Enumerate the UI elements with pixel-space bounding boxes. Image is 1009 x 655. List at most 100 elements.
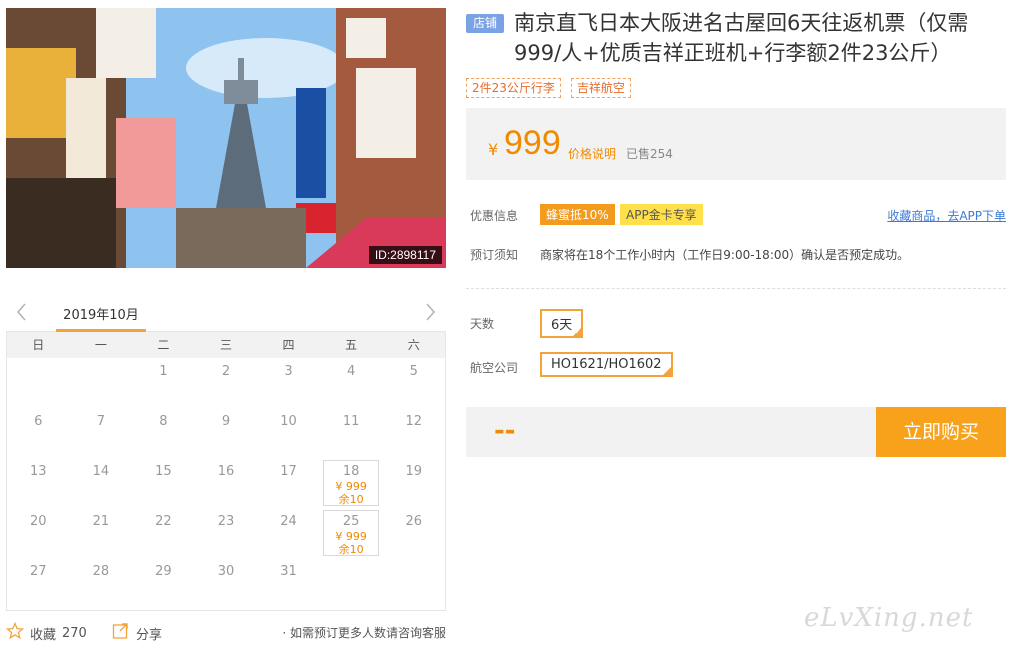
day-stock: 余10: [338, 543, 364, 556]
day-number: 28: [92, 564, 110, 579]
calendar-day: 24: [257, 508, 320, 558]
days-option[interactable]: 6天 ✓: [540, 309, 584, 338]
calendar-month-label: 2019年10月: [56, 304, 146, 332]
calendar-grid: 1 2 3 4 5 6 7 8 9 10 11 12 13 14 15 16 17 18 ¥ 999 余10 19 20 2…: [6, 358, 446, 611]
day-number: 7: [96, 414, 105, 429]
day-number: 2: [221, 364, 231, 379]
weekday-label: 四: [282, 338, 295, 352]
check-icon: ✓: [574, 327, 582, 336]
day-number: 24: [280, 514, 297, 529]
favorite-label: 收藏: [30, 627, 57, 643]
day-number: 12: [405, 414, 422, 429]
calendar-day: 27: [7, 558, 70, 608]
calendar-weekday-header: 日 一 二 三 四 五 六: [6, 332, 446, 358]
calendar-day: 19: [382, 458, 445, 508]
calendar-day: 13: [7, 458, 70, 508]
calendar-nav: 2019年10月: [6, 296, 446, 332]
calendar-day: [7, 358, 70, 408]
calendar-day: 15: [132, 458, 195, 508]
options-section: 天数 6天 ✓ 航空公司 HO1621/HO1602 ✓: [466, 307, 1006, 407]
day-number: 22: [155, 514, 172, 529]
watermark: eLvXing.net: [804, 603, 974, 633]
day-number: 10: [280, 414, 297, 429]
price-panel: ¥ 999 价格说明 已售254: [466, 108, 1006, 180]
day-number: 8: [159, 414, 168, 429]
product-actions: 收藏 270 分享 · 如需预订更多人数请咨询客服: [5, 620, 446, 644]
currency-symbol: ¥: [488, 140, 499, 159]
calendar-day: 9: [195, 408, 258, 458]
product-title: 南京直飞日本大阪进名古屋回6天往返机票（仅需999/人+优质吉祥正班机+行李额2…: [514, 11, 969, 65]
calendar-day: [320, 558, 383, 608]
price-amount: 999: [504, 124, 561, 162]
calendar-day: 21: [70, 508, 133, 558]
calendar-day: 3: [257, 358, 320, 408]
day-number: 25: [342, 514, 360, 529]
calendar-day: 10: [257, 408, 320, 458]
product-detail-panel: 店铺 南京直飞日本大阪进名古屋回6天往返机票（仅需999/人+优质吉祥正班机+行…: [466, 8, 1006, 457]
total-price: --: [494, 416, 516, 446]
day-number: 29: [155, 564, 172, 579]
day-price: ¥ 999: [335, 530, 367, 543]
calendar-day: 23: [195, 508, 258, 558]
prev-month-icon[interactable]: [12, 300, 32, 324]
calendar-day[interactable]: 25 ¥ 999 余10: [320, 508, 383, 558]
calendar-day[interactable]: 18 ¥ 999 余10: [320, 458, 383, 508]
weekday-label: 五: [345, 338, 358, 352]
image-id-label: ID:2898117: [368, 246, 442, 264]
product-tag: 吉祥航空: [570, 78, 631, 98]
airline-value: HO1621/HO1602: [551, 357, 662, 372]
promo-label: 优惠信息: [470, 209, 519, 223]
buy-bar: -- 立即购买: [466, 407, 1006, 457]
weekday-label: 六: [407, 338, 420, 352]
day-price: ¥ 999: [335, 480, 367, 493]
day-number: 15: [155, 464, 172, 479]
day-number: 19: [405, 464, 422, 479]
product-photo: ID:2898117: [6, 8, 446, 268]
share-button[interactable]: 分享: [112, 622, 162, 644]
day-stock: 余10: [338, 493, 364, 506]
days-value: 6天: [551, 318, 573, 333]
date-calendar: 2019年10月 日 一 二 三 四 五 六 1 2 3 4 5 6 7 8 9 10 11 12 13…: [6, 296, 446, 612]
calendar-day: 31: [257, 558, 320, 608]
street-scene-illustration: [6, 8, 446, 268]
calendar-day: 28: [70, 558, 133, 608]
day-number: 21: [92, 514, 110, 529]
day-number: 30: [217, 564, 235, 579]
calendar-day: 8: [132, 408, 195, 458]
day-number: 9: [221, 414, 231, 429]
favorite-count: 270: [62, 625, 87, 641]
day-number: 1: [159, 364, 168, 379]
calendar-day: [70, 358, 133, 408]
day-number: 4: [346, 364, 356, 379]
share-icon: [112, 622, 130, 644]
price-explain-link[interactable]: 价格说明: [568, 145, 616, 162]
calendar-day: 6: [7, 408, 70, 458]
notice-label: 预订须知: [470, 248, 519, 262]
calendar-day: [382, 558, 445, 608]
weekday-label: 一: [94, 338, 107, 352]
calendar-day: 14: [70, 458, 133, 508]
favorite-app-link[interactable]: 收藏商品，去APP下单: [887, 207, 1006, 224]
next-month-icon[interactable]: [420, 300, 440, 324]
product-tag: 2件23公斤行李: [466, 78, 561, 98]
buy-now-button[interactable]: 立即购买: [876, 407, 1006, 457]
share-label: 分享: [136, 627, 163, 643]
calendar-day: 29: [132, 558, 195, 608]
calendar-day: 11: [320, 408, 383, 458]
calendar-day: 22: [132, 508, 195, 558]
calendar-day: 20: [7, 508, 70, 558]
product-title-block: 店铺 南京直飞日本大阪进名古屋回6天往返机票（仅需999/人+优质吉祥正班机+行…: [466, 8, 1006, 68]
shop-tag: 店铺: [466, 14, 504, 33]
calendar-day: 5: [382, 358, 445, 408]
airline-option[interactable]: HO1621/HO1602 ✓: [540, 352, 673, 377]
day-number: 20: [30, 514, 47, 529]
info-section: 优惠信息 蜂蜜抵10% APP金卡专享 收藏商品，去APP下单 预订须知 商家将…: [466, 204, 1006, 284]
day-number: 13: [30, 464, 47, 479]
calendar-day: 17: [257, 458, 320, 508]
calendar-day: 4: [320, 358, 383, 408]
calendar-day: 26: [382, 508, 445, 558]
day-number: 14: [92, 464, 110, 479]
favorite-button[interactable]: 收藏 270: [5, 621, 87, 644]
day-number: 17: [280, 464, 297, 479]
day-number: 11: [342, 414, 360, 429]
